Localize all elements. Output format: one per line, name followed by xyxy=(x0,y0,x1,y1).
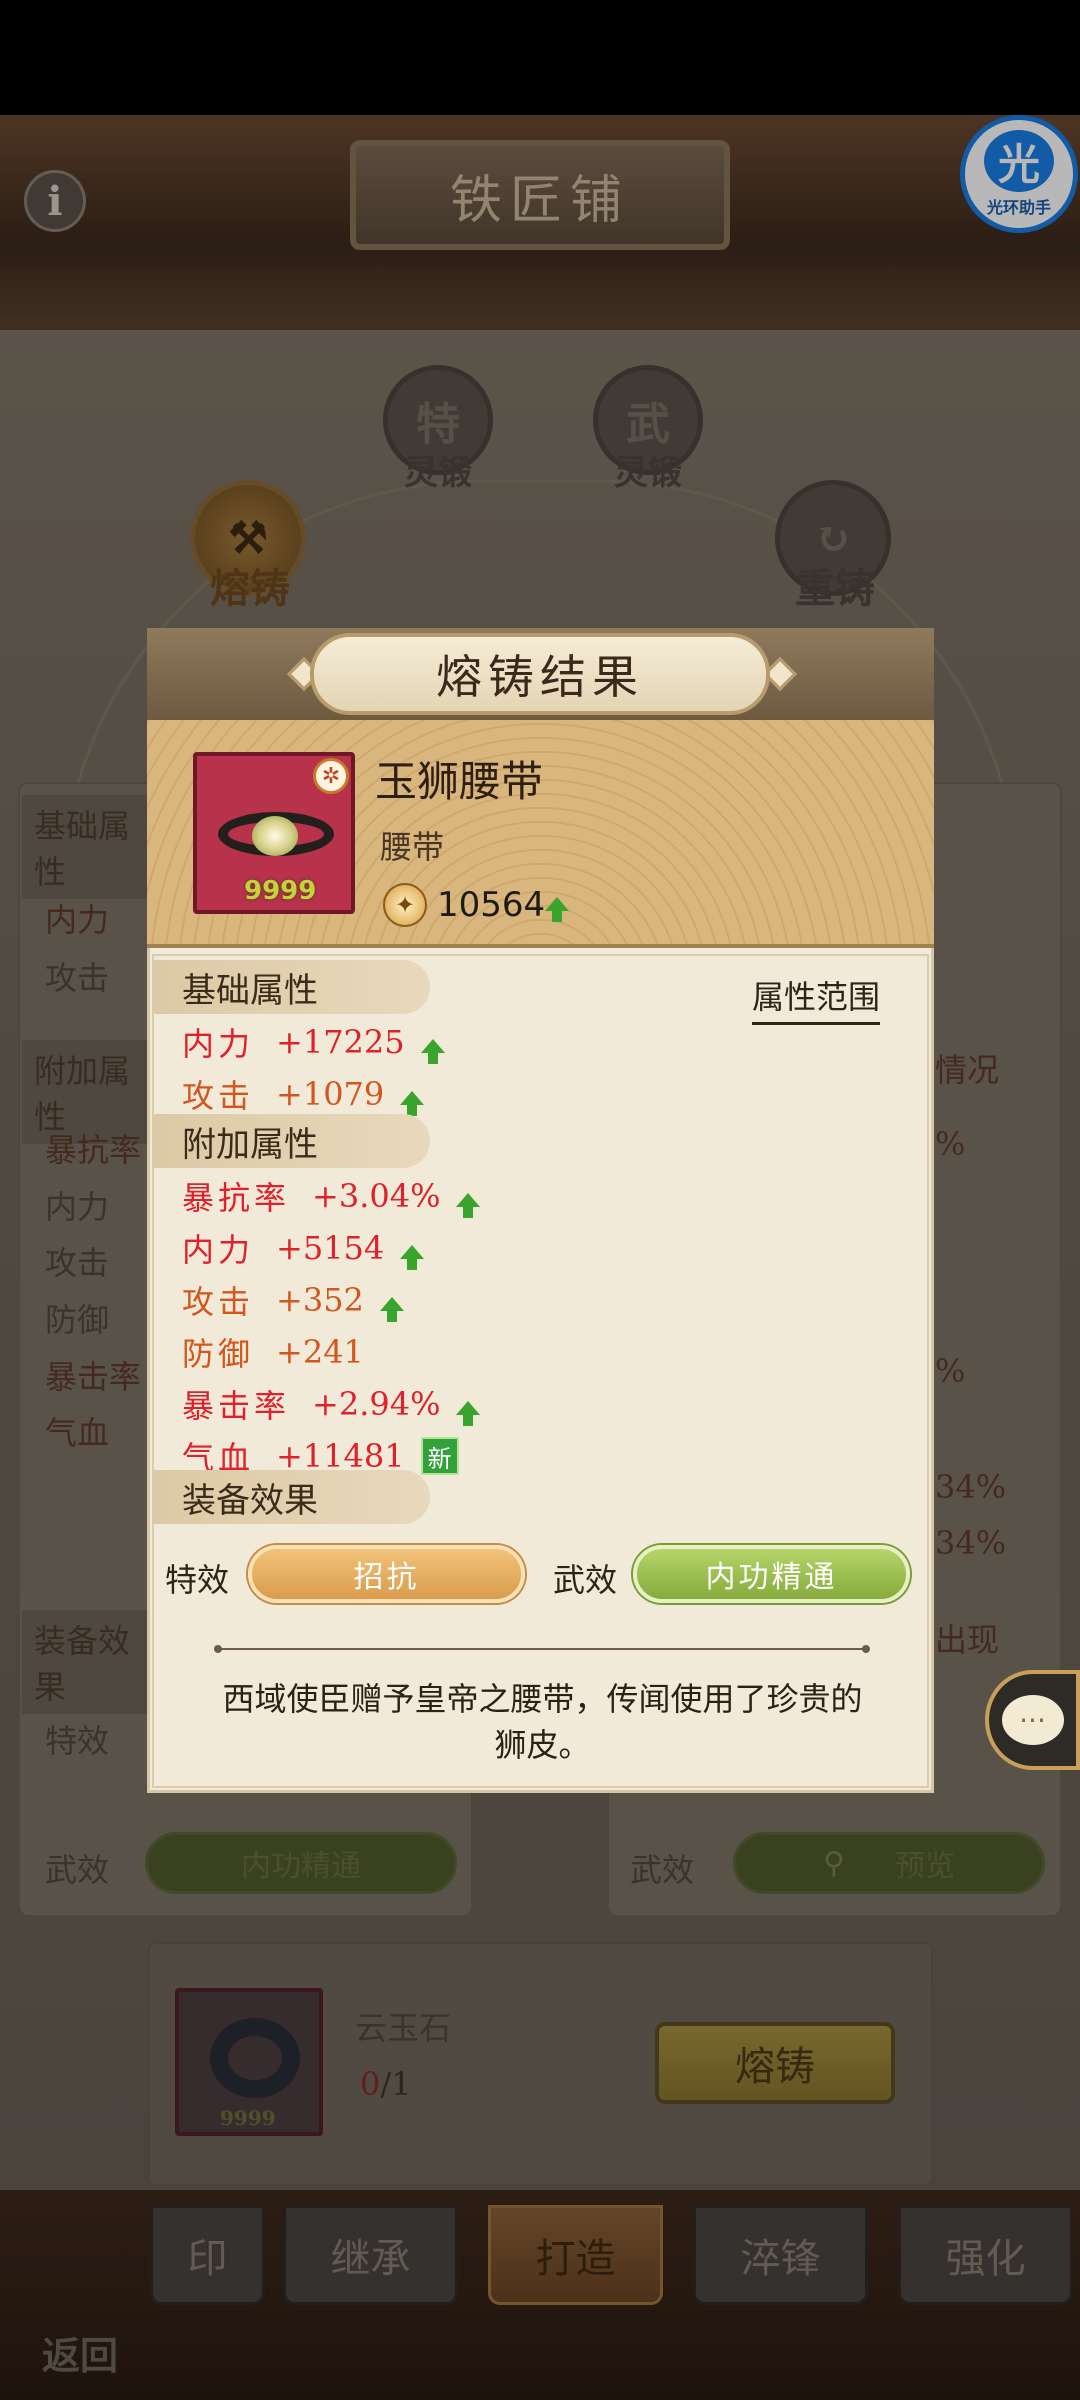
stat-row: 攻击 +352 xyxy=(182,1274,480,1326)
item-type: 腰带 xyxy=(380,828,445,866)
stat-up-arrow-icon xyxy=(400,1075,425,1116)
stat-value: +17225 xyxy=(276,1023,405,1061)
martial-effect-pill[interactable]: 内功精通 xyxy=(633,1545,910,1603)
special-effect-label: 特效 xyxy=(165,1561,230,1599)
stat-name: 攻击 xyxy=(182,1283,255,1321)
item-description: 西域使臣赠予皇帝之腰带，传闻使用了珍贵的狮皮。 xyxy=(222,1680,863,1764)
base-attributes-title: 基础属性 xyxy=(152,960,430,1014)
item-power: 10564 xyxy=(437,885,546,925)
item-quality-badge-icon: ✲ xyxy=(313,758,349,794)
stat-name: 内力 xyxy=(182,1025,255,1063)
stat-name: 内力 xyxy=(182,1231,255,1269)
stat-row: 攻击 +1079 xyxy=(182,1068,445,1120)
stat-name: 防御 xyxy=(182,1335,255,1373)
stat-up-arrow-icon xyxy=(420,1023,445,1064)
stat-value: +352 xyxy=(276,1281,364,1319)
stat-value: +241 xyxy=(276,1333,364,1371)
divider-dot xyxy=(862,1645,870,1653)
extra-attributes-list: 暴抗率 +3.04% 内力 +5154 攻击 +352 防御 +241 暴击率 +2.94% 气血 +… xyxy=(182,1170,481,1482)
extra-attributes-title: 附加属性 xyxy=(152,1114,430,1168)
dialog-title: 熔铸结果 xyxy=(310,633,770,715)
belt-jewel-icon xyxy=(252,816,298,856)
power-up-arrow-icon xyxy=(545,896,569,922)
stat-new-badge: 新 xyxy=(420,1437,459,1475)
stat-up-arrow-icon xyxy=(400,1229,425,1270)
stat-up-arrow-icon xyxy=(456,1385,481,1426)
attribute-range-link[interactable]: 属性范围 xyxy=(752,972,881,1025)
stat-up-arrow-icon xyxy=(379,1281,404,1322)
item-name: 玉狮腰带 xyxy=(375,757,544,806)
stat-row: 内力 +5154 xyxy=(182,1222,480,1274)
chat-button[interactable]: ··· xyxy=(985,1670,1080,1770)
chat-icon: ··· xyxy=(1001,1695,1064,1745)
stat-value: +2.94% xyxy=(312,1385,441,1423)
martial-effect-label: 武效 xyxy=(553,1561,618,1599)
power-icon: ✦ xyxy=(383,883,427,927)
stat-name: 攻击 xyxy=(182,1077,255,1115)
stat-row: 防御 +241 xyxy=(182,1326,480,1378)
stat-name: 暴击率 xyxy=(182,1387,291,1425)
special-effect-pill[interactable]: 招抗 xyxy=(248,1545,525,1603)
stat-value: +3.04% xyxy=(312,1177,441,1215)
stat-value: +1079 xyxy=(276,1075,385,1113)
stat-name: 暴抗率 xyxy=(182,1179,291,1217)
stat-row: 暴击率 +2.94% xyxy=(182,1378,481,1430)
stat-row: 暴抗率 +3.04% xyxy=(182,1170,481,1222)
description-divider xyxy=(217,1648,869,1650)
equip-effect-title: 装备效果 xyxy=(152,1470,430,1524)
stat-value: +5154 xyxy=(276,1229,385,1267)
stat-up-arrow-icon xyxy=(456,1177,481,1218)
stat-row: 内力 +17225 xyxy=(182,1016,445,1068)
divider-dot xyxy=(214,1645,222,1653)
base-attributes-list: 内力 +17225 攻击 +1079 xyxy=(182,1016,445,1120)
item-count: 9999 xyxy=(244,876,317,906)
